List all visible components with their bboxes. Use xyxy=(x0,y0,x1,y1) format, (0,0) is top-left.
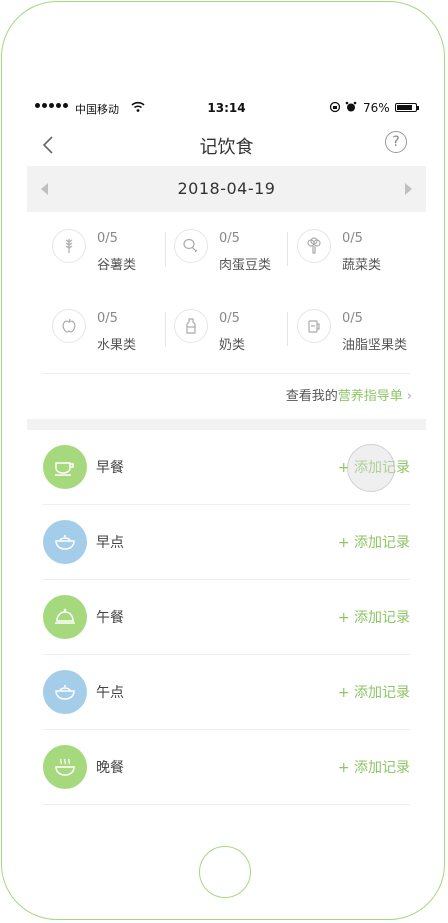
add-record-button[interactable]: + 添加记录 xyxy=(338,532,410,552)
battery-percentage: 76% xyxy=(363,101,390,115)
page-title: 记饮食 xyxy=(199,137,254,158)
guide-link-prefix: 查看我的 xyxy=(285,389,338,404)
food-group-label: 蔬菜类 xyxy=(342,258,382,273)
row-divider xyxy=(43,804,410,805)
vegetable-icon xyxy=(297,229,331,263)
food-group-milk[interactable]: 0/5 奶类 xyxy=(165,298,287,362)
food-group-count: 0/5 xyxy=(342,311,363,326)
grid-divider xyxy=(287,232,288,266)
apple-icon xyxy=(52,309,86,343)
meal-row-breakfast: 早餐 + 添加记录 xyxy=(43,430,410,505)
guide-link-highlight: 营养指导单 xyxy=(337,389,403,404)
home-button[interactable] xyxy=(199,846,251,898)
date-selector: 2018-04-19 xyxy=(27,166,426,212)
food-group-label: 水果类 xyxy=(97,338,137,353)
food-group-grain[interactable]: 0/5 谷薯类 xyxy=(43,218,165,282)
nutrition-guide-link[interactable]: 查看我的营养指导单 › xyxy=(286,385,412,404)
current-date: 2018-04-19 xyxy=(177,179,276,198)
add-record-button[interactable]: + 添加记录 xyxy=(338,457,410,477)
app-screen: 中国移动 13:14 76% 记饮食 ? 2018-04-19 0/5 谷薯类 … xyxy=(27,92,426,827)
milk-bottle-icon xyxy=(174,309,208,343)
nav-bar: 记饮食 ? xyxy=(27,124,426,166)
food-group-vegetable[interactable]: 0/5 蔬菜类 xyxy=(288,218,410,282)
meal-row-afternoon-snack: 午点 + 添加记录 xyxy=(43,655,410,730)
food-group-count: 0/5 xyxy=(97,311,118,326)
food-group-count: 0/5 xyxy=(219,231,240,246)
add-record-button[interactable]: + 添加记录 xyxy=(338,757,410,777)
add-record-button[interactable]: + 添加记录 xyxy=(338,682,410,702)
grid-divider xyxy=(165,232,166,266)
food-group-oil-nuts[interactable]: 0/5 油脂坚果类 xyxy=(288,298,410,362)
help-button[interactable]: ? xyxy=(385,131,407,153)
bowl-icon xyxy=(43,520,87,564)
section-gap xyxy=(27,419,426,430)
meal-row-morning-snack: 早点 + 添加记录 xyxy=(43,505,410,580)
meal-name: 早餐 xyxy=(96,460,124,476)
meal-row-lunch: 午餐 + 添加记录 xyxy=(43,580,410,655)
status-bar: 中国移动 13:14 76% xyxy=(27,92,426,124)
alarm-icon xyxy=(345,101,357,112)
add-record-button[interactable]: + 添加记录 xyxy=(338,607,410,627)
oil-jar-icon xyxy=(297,309,331,343)
food-group-count: 0/5 xyxy=(219,311,240,326)
bowl-icon xyxy=(43,670,87,714)
meal-name: 晚餐 xyxy=(96,760,124,776)
grain-icon xyxy=(52,229,86,263)
grid-divider xyxy=(287,312,288,346)
meat-drumstick-icon xyxy=(174,229,208,263)
cloche-icon xyxy=(43,595,87,639)
hot-bowl-icon xyxy=(43,745,87,789)
food-group-fruit[interactable]: 0/5 水果类 xyxy=(43,298,165,362)
cup-icon xyxy=(43,445,87,489)
food-group-meat[interactable]: 0/5 肉蛋豆类 xyxy=(165,218,287,282)
meal-name: 午点 xyxy=(96,685,124,701)
meal-row-dinner: 晚餐 + 添加记录 xyxy=(43,730,410,805)
meal-name: 早点 xyxy=(96,535,124,551)
food-group-label: 肉蛋豆类 xyxy=(219,258,272,273)
battery-icon xyxy=(395,103,419,112)
food-group-grid: 0/5 谷薯类 0/5 肉蛋豆类 0/5 蔬菜类 0/5 水果类 0/5 奶类 … xyxy=(43,218,410,373)
food-group-label: 油脂坚果类 xyxy=(342,338,408,353)
rotation-lock-icon xyxy=(329,101,341,113)
food-group-count: 0/5 xyxy=(342,231,363,246)
chevron-right-icon: › xyxy=(406,389,412,404)
grid-divider xyxy=(165,312,166,346)
food-group-label: 奶类 xyxy=(219,338,246,353)
section-divider xyxy=(43,373,410,374)
food-group-count: 0/5 xyxy=(97,231,118,246)
food-group-label: 谷薯类 xyxy=(97,258,137,273)
next-day-arrow-icon[interactable] xyxy=(405,183,412,195)
meal-name: 午餐 xyxy=(96,610,124,626)
